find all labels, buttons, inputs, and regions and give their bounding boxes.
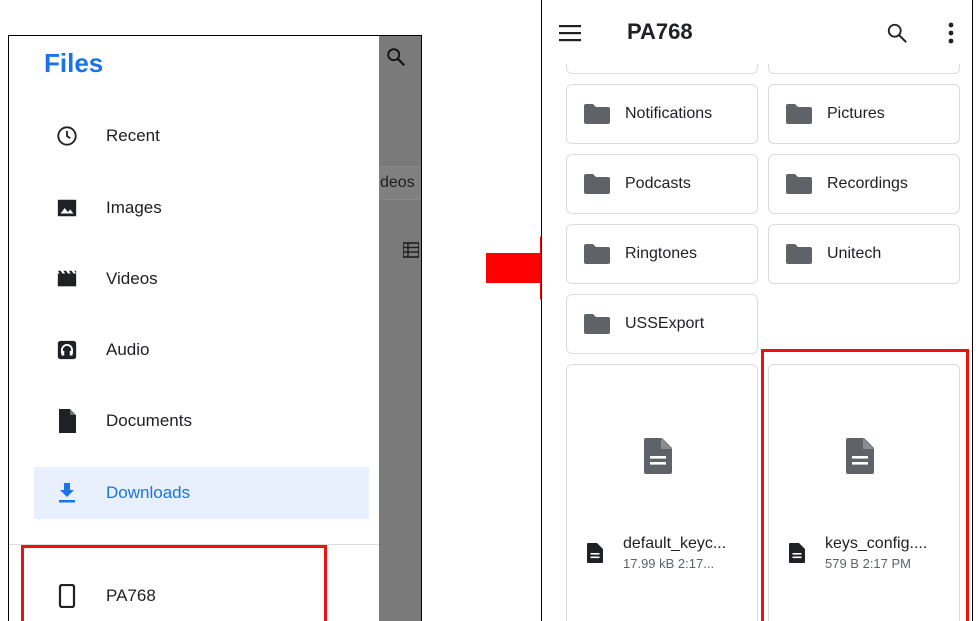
file-name: default_keyc... — [623, 535, 727, 552]
folder-icon — [786, 104, 812, 124]
nav-item-recent[interactable]: Recent — [34, 110, 369, 162]
folder-name: Recordings — [827, 175, 908, 192]
folder-card-podcasts[interactable]: Podcasts — [566, 154, 758, 214]
document-icon — [644, 438, 672, 474]
videos-filter-chip: deos — [377, 166, 421, 200]
search-icon — [387, 48, 406, 67]
nav-item-downloads[interactable]: Downloads — [34, 467, 369, 519]
nav-item-documents[interactable]: Documents — [34, 395, 369, 447]
file-card-default-keyconfig[interactable]: default_keyc... 17.99 kB 2:17... — [566, 364, 758, 621]
nav-item-label: Downloads — [106, 483, 191, 502]
hamburger-menu-icon[interactable] — [559, 24, 581, 42]
folder-name: Unitech — [827, 245, 882, 262]
nav-item-label: Recent — [106, 126, 160, 145]
folder-card-pictures[interactable]: Pictures — [768, 84, 960, 144]
folder-icon — [584, 104, 610, 124]
folder-card-recordings[interactable]: Recordings — [768, 154, 960, 214]
download-icon — [55, 481, 79, 505]
document-icon — [587, 543, 603, 563]
file-footer: default_keyc... 17.99 kB 2:17... — [567, 521, 757, 585]
folder-name: Pictures — [827, 105, 885, 122]
right-screenshot: PA768 Notifications Pictures Podcasts Re… — [541, 0, 973, 621]
folder-name: USSExport — [625, 315, 705, 332]
nav-item-label: Videos — [106, 269, 158, 288]
more-options-icon[interactable] — [948, 21, 954, 45]
folder-icon — [786, 244, 812, 264]
left-screenshot: deos Files Recent Images Videos Audio Do… — [8, 35, 422, 621]
folder-card-unitech[interactable]: Unitech — [768, 224, 960, 284]
folder-icon — [584, 314, 610, 334]
clock-icon — [55, 124, 79, 148]
folder-name: Notifications — [625, 105, 713, 122]
app-bar: PA768 — [542, 0, 972, 64]
audio-icon — [55, 338, 79, 362]
nav-item-images[interactable]: Images — [34, 182, 369, 234]
nav-item-audio[interactable]: Audio — [34, 324, 369, 376]
folder-icon — [786, 174, 812, 194]
document-icon — [55, 409, 79, 433]
grid-view-icon — [403, 242, 419, 258]
nav-item-label: Audio — [106, 340, 150, 359]
nav-item-label: Images — [106, 198, 162, 217]
drawer-scrim[interactable]: deos — [377, 36, 421, 621]
folder-name: Ringtones — [625, 245, 698, 262]
search-icon[interactable] — [886, 22, 908, 44]
video-icon — [55, 267, 79, 291]
folder-icon — [584, 244, 610, 264]
folder-icon — [584, 174, 610, 194]
drawer-title: Files — [44, 48, 104, 78]
file-meta: 17.99 kB 2:17... — [623, 556, 715, 571]
highlight-box-file — [761, 349, 969, 621]
nav-item-videos[interactable]: Videos — [34, 253, 369, 305]
page-title: PA768 — [627, 19, 693, 44]
folder-card-notifications[interactable]: Notifications — [566, 84, 758, 144]
navigation-drawer: Files Recent Images Videos Audio Documen… — [9, 36, 379, 621]
folder-card-ringtones[interactable]: Ringtones — [566, 224, 758, 284]
nav-item-label: Documents — [106, 411, 192, 430]
image-icon — [55, 196, 79, 220]
highlight-box-device — [21, 545, 327, 621]
folder-name: Podcasts — [625, 175, 691, 192]
folder-card-ussexport[interactable]: USSExport — [566, 294, 758, 354]
